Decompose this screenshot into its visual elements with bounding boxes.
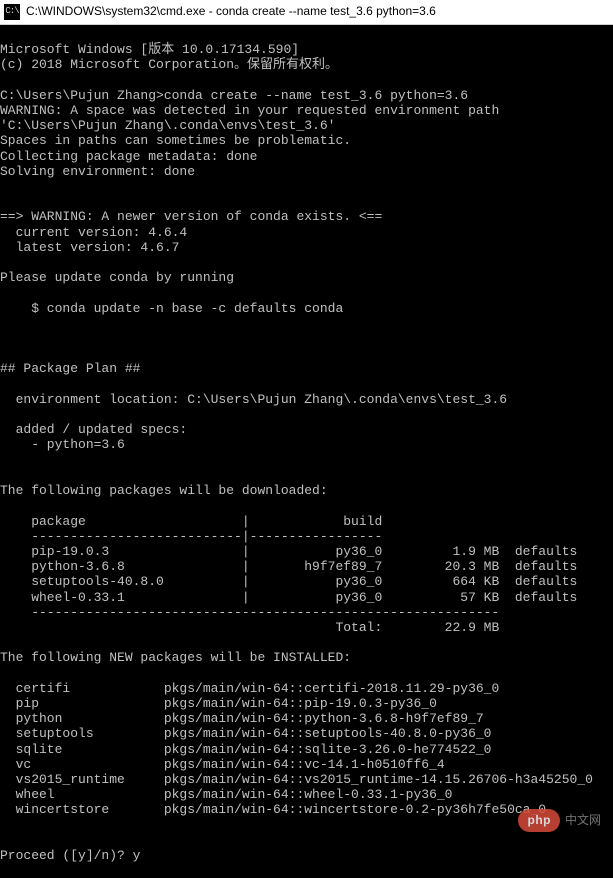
output-line: 'C:\Users\Pujun Zhang\.conda\envs\test_3… [0,118,335,133]
output-line: ---------------------------|------------… [0,529,382,544]
output-line: python pkgs/main/win-64::python-3.6.8-h9… [0,711,484,726]
output-line: vs2015_runtime pkgs/main/win-64::vs2015_… [0,772,593,787]
output-line: pip-19.0.3 | py36_0 1.9 MB defaults [0,544,577,559]
output-line: The following NEW packages will be INSTA… [0,650,351,665]
watermark-text: 中文网 [565,813,601,828]
window-title: C:\WINDOWS\system32\cmd.exe - conda crea… [26,4,436,19]
output-line: wincertstore pkgs/main/win-64::wincertst… [0,802,546,817]
output-line: Total: 22.9 MB [0,620,499,635]
output-line: python-3.6.8 | h9f7ef89_7 20.3 MB defaul… [0,559,577,574]
terminal-output[interactable]: Microsoft Windows [版本 10.0.17134.590] (c… [0,25,613,878]
output-line: environment location: C:\Users\Pujun Zha… [0,392,507,407]
proceed-prompt: Proceed ([y]/n)? [0,848,133,863]
output-line: certifi pkgs/main/win-64::certifi-2018.1… [0,681,499,696]
output-line: pip pkgs/main/win-64::pip-19.0.3-py36_0 [0,696,437,711]
output-line: C:\Users\Pujun Zhang>conda create --name… [0,88,468,103]
window-titlebar[interactable]: C:\ C:\WINDOWS\system32\cmd.exe - conda … [0,0,613,25]
output-line: - python=3.6 [0,437,125,452]
output-line: Please update conda by running [0,270,234,285]
output-line: package | build [0,514,382,529]
watermark: php 中文网 [518,809,601,832]
watermark-logo: php [518,809,560,832]
user-input[interactable]: y [133,848,141,863]
output-line: Spaces in paths can sometimes be problem… [0,133,351,148]
output-line: wheel-0.33.1 | py36_0 57 KB defaults [0,590,577,605]
output-line: $ conda update -n base -c defaults conda [0,301,343,316]
output-line: The following packages will be downloade… [0,483,328,498]
cmd-icon: C:\ [4,4,20,20]
output-line: Solving environment: done [0,164,195,179]
output-line: ----------------------------------------… [0,605,499,620]
output-line: wheel pkgs/main/win-64::wheel-0.33.1-py3… [0,787,452,802]
output-line: current version: 4.6.4 [0,225,187,240]
output-line: Microsoft Windows [版本 10.0.17134.590] [0,42,299,57]
output-line: sqlite pkgs/main/win-64::sqlite-3.26.0-h… [0,742,491,757]
output-line: latest version: 4.6.7 [0,240,179,255]
output-line: added / updated specs: [0,422,187,437]
output-line: WARNING: A space was detected in your re… [0,103,499,118]
output-line: ## Package Plan ## [0,361,140,376]
output-line: Collecting package metadata: done [0,149,257,164]
output-line: vc pkgs/main/win-64::vc-14.1-h0510ff6_4 [0,757,445,772]
output-line: setuptools-40.8.0 | py36_0 664 KB defaul… [0,574,577,589]
output-line: ==> WARNING: A newer version of conda ex… [0,209,382,224]
output-line: (c) 2018 Microsoft Corporation。保留所有权利。 [0,57,338,72]
output-line: setuptools pkgs/main/win-64::setuptools-… [0,726,491,741]
